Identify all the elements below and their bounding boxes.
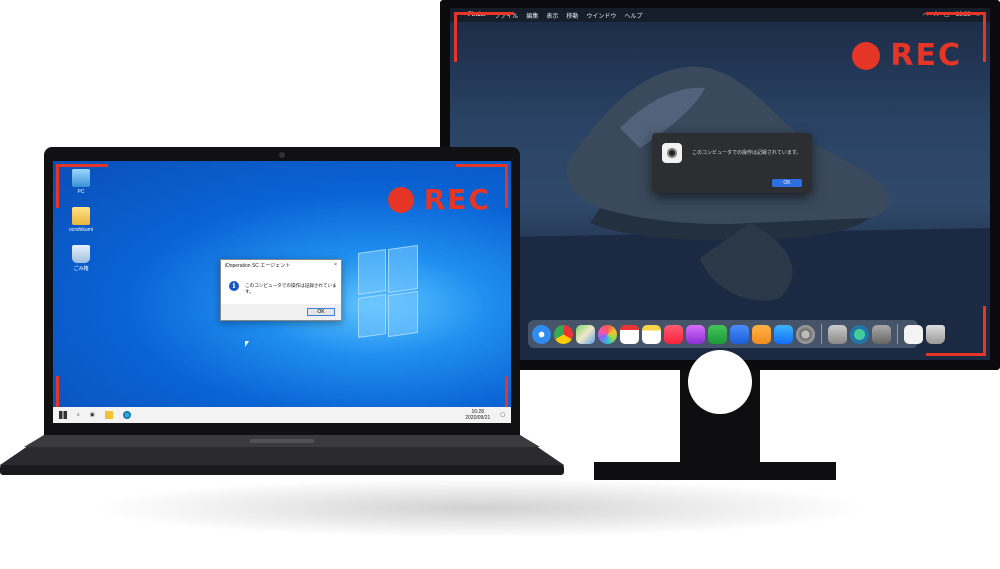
desktop-icon-user[interactable]: ocrshikumi	[63, 207, 99, 233]
rec-frame-corner-tl	[454, 12, 514, 62]
ok-button[interactable]: OK	[307, 308, 335, 316]
info-icon: i	[229, 281, 239, 291]
dialog-title-bar: iDoperation SC エージェント ×	[221, 260, 341, 270]
windows-taskbar: ⌕ ▣ 16:28 2020/09/21 ▢	[53, 407, 511, 423]
task-view-icon[interactable]: ▣	[90, 412, 95, 418]
windows-screen: PC ocrshikumi ごみ箱 REC iDoperation SC エージ…	[53, 161, 511, 423]
windows-logo-wallpaper	[358, 244, 418, 341]
desktop-icon-recycle-bin[interactable]: ごみ箱	[63, 245, 99, 272]
desktop-monitor: Finder ファイル 編集 表示 移動 ウインドウ ヘルプ ◠ A ▭ 16:…	[440, 0, 1000, 370]
monitor-stand-cutout	[688, 350, 752, 414]
win-record-dialog: iDoperation SC エージェント × i このコンピュータでの操作は記…	[220, 259, 342, 321]
rec-frame-corner-tl	[56, 164, 108, 208]
laptop-lid: PC ocrshikumi ごみ箱 REC iDoperation SC エージ…	[44, 147, 520, 435]
calendar-icon[interactable]	[620, 324, 639, 344]
dialog-footer: OK	[221, 304, 341, 320]
menu-edit[interactable]: 編集	[526, 11, 538, 20]
dialog-message: このコンピュータでの操作は記録されています。	[245, 283, 337, 294]
screenshot-icon[interactable]	[872, 324, 891, 344]
notification-icon[interactable]: ▢	[500, 412, 505, 418]
safari-icon[interactable]	[532, 324, 551, 344]
pages-icon[interactable]	[752, 324, 771, 344]
music-icon[interactable]	[664, 324, 683, 344]
rec-dot-icon	[387, 186, 414, 213]
mac-dock	[528, 320, 945, 348]
webcam-icon	[279, 152, 285, 158]
user-folder-icon	[72, 207, 90, 225]
floor-shadow	[90, 478, 870, 538]
network-icon[interactable]	[850, 324, 869, 344]
file-explorer-icon[interactable]	[104, 411, 113, 419]
numbers-icon[interactable]	[708, 324, 727, 344]
edge-icon[interactable]	[122, 411, 131, 419]
keychain-icon[interactable]	[828, 324, 847, 344]
dialog-title: iDoperation SC エージェント	[225, 263, 291, 269]
dock-separator	[897, 324, 898, 344]
system-preferences-icon[interactable]	[796, 324, 815, 344]
photos-icon[interactable]	[598, 324, 617, 344]
start-icon[interactable]	[59, 411, 67, 419]
menu-window[interactable]: ウインドウ	[586, 11, 616, 20]
menu-go[interactable]: 移動	[566, 11, 578, 20]
menu-view[interactable]: 表示	[546, 11, 558, 20]
trash-icon[interactable]	[926, 324, 945, 344]
notes-icon[interactable]	[642, 324, 661, 344]
laptop-keyboard-base	[0, 435, 564, 475]
recycle-bin-icon	[72, 245, 90, 263]
recording-app-icon	[662, 143, 682, 163]
close-icon[interactable]: ×	[334, 262, 337, 268]
dialog-message: このコンピュータでの操作は記録されています。	[692, 150, 802, 156]
ok-button[interactable]: OK	[772, 179, 802, 187]
mac-menu-bar: Finder ファイル 編集 表示 移動 ウインドウ ヘルプ ◠ A ▭ 16:…	[450, 8, 990, 22]
podcasts-icon[interactable]	[686, 324, 705, 344]
mac-screen: Finder ファイル 編集 表示 移動 ウインドウ ヘルプ ◠ A ▭ 16:…	[450, 8, 990, 360]
rec-frame-corner-tr	[926, 12, 986, 62]
keynote-icon[interactable]	[730, 324, 749, 344]
documents-icon[interactable]	[904, 324, 923, 344]
taskbar-clock[interactable]: 16:28 2020/09/21	[465, 409, 490, 421]
app-store-icon[interactable]	[774, 324, 793, 344]
mac-record-dialog: このコンピュータでの操作は記録されています。 OK	[652, 133, 812, 193]
rec-dot-icon	[852, 41, 881, 70]
chrome-icon[interactable]	[554, 324, 573, 344]
menu-help[interactable]: ヘルプ	[624, 11, 642, 20]
dock-separator	[821, 324, 822, 344]
taskbar-date: 2020/09/21	[465, 415, 491, 421]
monitor-base	[594, 462, 836, 480]
search-icon[interactable]: ⌕	[77, 412, 80, 418]
mouse-cursor-icon	[245, 341, 249, 347]
rec-frame-corner-tr	[456, 164, 508, 208]
maps-icon[interactable]	[576, 324, 595, 344]
